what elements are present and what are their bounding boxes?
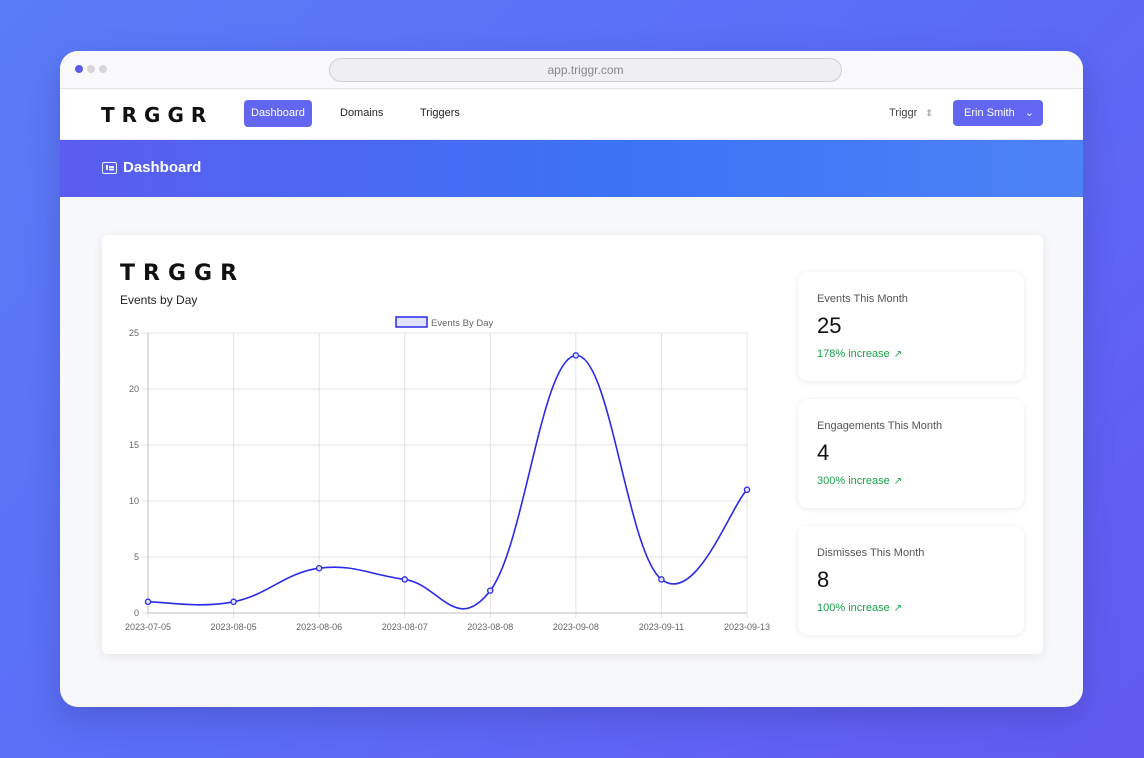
close-dot[interactable] [75, 65, 83, 73]
card-brand-logo: TRGGR [120, 261, 246, 286]
y-tick-label: 15 [129, 440, 139, 450]
data-point [401, 576, 408, 583]
user-name: Erin Smith [964, 107, 1015, 119]
stat-label: Dismisses This Month [817, 547, 925, 559]
brand-logo[interactable]: TRGGR [101, 103, 213, 127]
data-point [743, 486, 751, 494]
y-tick-label: 0 [134, 608, 139, 618]
data-point [315, 564, 323, 572]
chevron-down-icon: ⌄ [1024, 107, 1034, 119]
stat-change: 178% increase ↗ [817, 348, 902, 360]
stat-change-text: 300% increase [817, 475, 890, 487]
stat-label: Events This Month [817, 293, 908, 305]
minimize-dot[interactable] [87, 65, 95, 73]
data-point [230, 598, 237, 606]
events-line-chart: 0 5 10 15 20 25 2023-07-05 2023-08-05 2023-08-06… [125, 316, 770, 632]
stat-label: Engagements This Month [817, 420, 943, 432]
y-tick-label: 25 [129, 328, 139, 338]
trend-up-icon: ↗ [893, 349, 903, 360]
y-tick-label: 20 [129, 384, 139, 394]
x-tick-label: 2023-08-05 [211, 622, 257, 632]
y-tick-label: 10 [129, 496, 139, 506]
stat-card-dismisses: Dismisses This Month 8 100% increase ↗ [798, 526, 1024, 635]
top-navbar: TRGGR Dashboard Domains Triggers Triggr ⇕… [60, 89, 1083, 140]
x-tick-label: 2023-07-05 [125, 622, 171, 632]
stat-change-text: 178% increase [817, 348, 890, 360]
page-title: Dashboard [123, 159, 202, 176]
stat-change-text: 100% increase [817, 602, 890, 614]
data-point [658, 576, 665, 583]
x-tick-label: 2023-08-08 [467, 622, 513, 632]
org-selector-label: Triggr [889, 107, 918, 119]
data-point [144, 598, 152, 606]
window-controls [75, 65, 107, 73]
series-line [147, 354, 748, 610]
data-point [572, 352, 580, 359]
stat-value: 4 [817, 440, 830, 465]
dashboard-card: TRGGR Events by Day 0 5 10 15 20 25 2023-07-05… [102, 235, 1043, 654]
x-tick-label: 2023-08-07 [382, 622, 428, 632]
legend-swatch [395, 316, 428, 328]
nav-triggers[interactable]: Triggers [413, 100, 467, 127]
org-selector[interactable]: Triggr ⇕ [889, 100, 933, 127]
data-point [487, 587, 494, 594]
x-tick-label: 2023-09-13 [724, 622, 770, 632]
chart-title: Events by Day [120, 293, 198, 307]
stat-change: 300% increase ↗ [817, 475, 902, 487]
y-tick-label: 5 [134, 552, 139, 562]
nav-dashboard[interactable]: Dashboard [244, 100, 312, 127]
user-menu-button[interactable]: Erin Smith ⌄ [953, 100, 1043, 126]
stat-card-engagements: Engagements This Month 4 300% increase ↗ [798, 399, 1024, 508]
address-bar[interactable]: app.triggr.com [329, 58, 842, 82]
x-tick-label: 2023-09-08 [553, 622, 599, 632]
browser-titlebar: app.triggr.com [60, 51, 1083, 89]
legend-label: Events By Day [431, 318, 494, 329]
trend-up-icon: ↗ [893, 476, 903, 487]
updown-chevron-icon: ⇕ [925, 108, 933, 118]
nav-domains[interactable]: Domains [333, 100, 390, 127]
page-header-banner: Dashboard [60, 140, 1083, 197]
stat-change: 100% increase ↗ [817, 602, 902, 614]
x-tick-label: 2023-09-11 [639, 622, 684, 632]
maximize-dot[interactable] [99, 65, 107, 73]
x-tick-label: 2023-08-06 [296, 622, 342, 632]
stat-card-events: Events This Month 25 178% increase ↗ [798, 272, 1024, 381]
stat-value: 8 [817, 567, 830, 592]
trend-up-icon: ↗ [893, 603, 903, 614]
stat-value: 25 [817, 313, 842, 338]
browser-window: app.triggr.com TRGGR Dashboard Domains T… [60, 51, 1083, 707]
dashboard-icon [102, 162, 117, 174]
